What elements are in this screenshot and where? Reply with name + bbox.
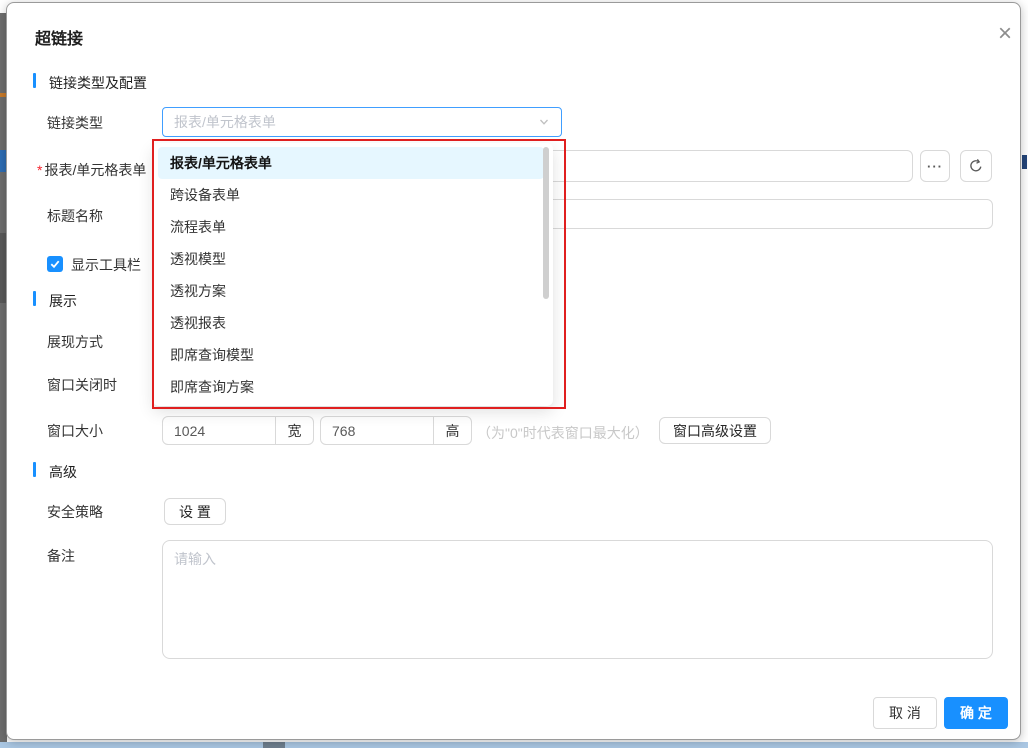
link-type-placeholder: 报表/单元格表单 bbox=[174, 112, 538, 132]
dropdown-option[interactable]: 流程表单 bbox=[158, 211, 544, 243]
show-toolbar-checkbox[interactable] bbox=[47, 256, 63, 272]
chevron-down-icon bbox=[538, 116, 550, 128]
dialog-title: 超链接 bbox=[35, 25, 83, 49]
remark-label: 备注 bbox=[47, 548, 75, 564]
close-icon[interactable]: × bbox=[991, 21, 1019, 49]
section-title-link-config: 链接类型及配置 bbox=[49, 73, 147, 93]
link-type-select[interactable]: 报表/单元格表单 bbox=[162, 107, 562, 137]
dropdown-option[interactable]: 跨设备表单 bbox=[158, 179, 544, 211]
width-unit-label: 宽 bbox=[275, 417, 313, 444]
dropdown-option[interactable]: 透视模型 bbox=[158, 243, 544, 275]
dropdown-scrollbar[interactable] bbox=[543, 147, 549, 299]
window-width-input[interactable] bbox=[163, 417, 275, 444]
window-advanced-settings-button[interactable]: 窗口高级设置 bbox=[659, 417, 771, 444]
check-icon bbox=[49, 258, 61, 270]
window-size-hint: （为"0"时代表窗口最大化） bbox=[477, 423, 649, 443]
security-policy-label: 安全策略 bbox=[47, 504, 103, 520]
height-unit-label: 高 bbox=[433, 417, 471, 444]
required-mark: * bbox=[37, 162, 42, 178]
refresh-button[interactable] bbox=[960, 150, 992, 182]
window-close-label: 窗口关闭时 bbox=[47, 377, 117, 393]
dropdown-option[interactable]: 透视报表 bbox=[158, 307, 544, 339]
section-title-display: 展示 bbox=[49, 291, 77, 311]
title-name-label: 标题名称 bbox=[47, 208, 103, 224]
remark-textarea[interactable] bbox=[162, 540, 993, 659]
link-type-label: 链接类型 bbox=[47, 115, 103, 131]
section-title-advanced: 高级 bbox=[49, 462, 77, 482]
section-bar bbox=[33, 73, 36, 88]
window-height-group: 高 bbox=[320, 416, 472, 445]
refresh-icon bbox=[968, 158, 984, 174]
cancel-button[interactable]: 取 消 bbox=[873, 697, 937, 729]
show-toolbar-label: 显示工具栏 bbox=[71, 257, 141, 273]
background-bottom-mark bbox=[263, 742, 285, 748]
window-width-group: 宽 bbox=[162, 416, 314, 445]
section-bar bbox=[33, 291, 36, 306]
window-height-input[interactable] bbox=[321, 417, 433, 444]
ellipsis-icon: ··· bbox=[927, 159, 943, 174]
link-type-dropdown: 报表/单元格表单 跨设备表单 流程表单 透视模型 透视方案 透视报表 即席查询模… bbox=[153, 143, 553, 406]
ok-button[interactable]: 确 定 bbox=[944, 697, 1008, 729]
display-mode-label: 展现方式 bbox=[47, 334, 103, 350]
security-set-button[interactable]: 设 置 bbox=[164, 498, 226, 525]
dropdown-option[interactable]: 报表/单元格表单 bbox=[158, 147, 544, 179]
window-size-label: 窗口大小 bbox=[47, 423, 103, 439]
section-bar bbox=[33, 462, 36, 477]
report-form-label: *报表/单元格表单 bbox=[37, 162, 146, 178]
dropdown-option[interactable]: 即席查询方案 bbox=[158, 371, 544, 403]
background-bottom-strip bbox=[0, 742, 1028, 748]
dropdown-option[interactable]: 透视方案 bbox=[158, 275, 544, 307]
dropdown-option[interactable]: 即席查询模型 bbox=[158, 339, 544, 371]
background-right-mark bbox=[1022, 155, 1027, 169]
browse-button[interactable]: ··· bbox=[920, 150, 950, 182]
